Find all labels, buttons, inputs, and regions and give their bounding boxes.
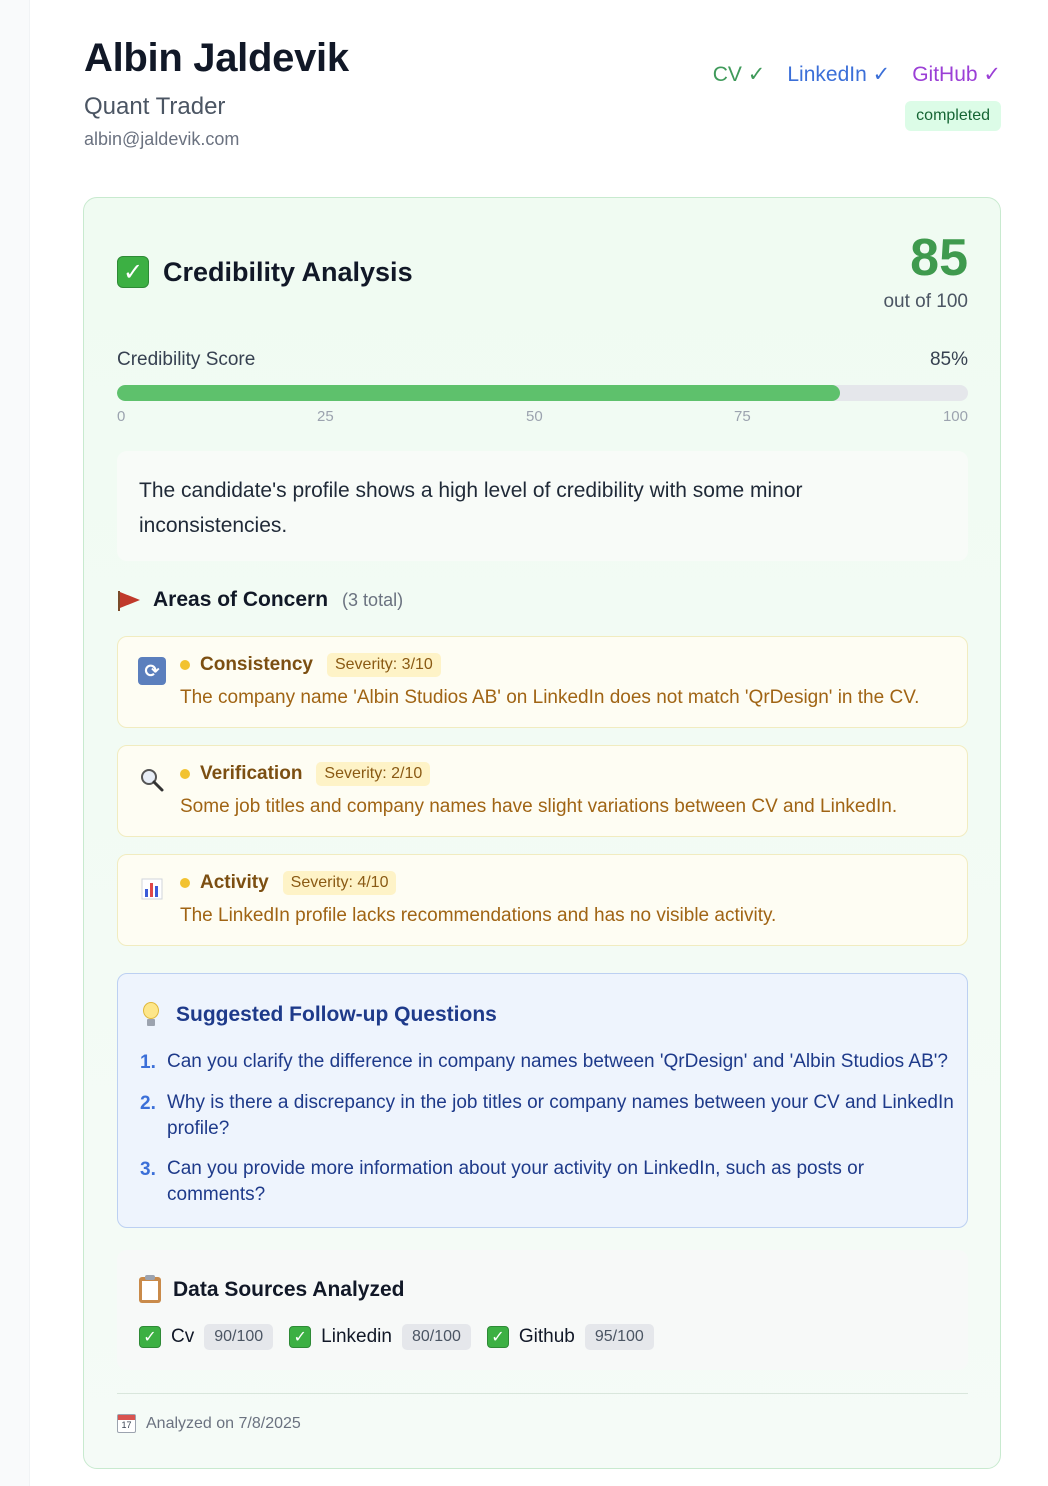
github-link[interactable]: GitHub ✓ <box>912 62 1001 87</box>
source-score: 80/100 <box>401 1324 471 1350</box>
magnifier-icon <box>138 766 166 794</box>
card-title-row: ✓ Credibility Analysis <box>117 256 413 288</box>
candidate-header: Albin Jaldevik Quant Trader albin@jaldev… <box>84 36 1001 166</box>
divider <box>117 1393 968 1394</box>
card-title: Credibility Analysis <box>163 256 413 287</box>
red-flag-icon <box>117 589 141 611</box>
candidate-email: albin@jaldevik.com <box>84 129 240 149</box>
tick-label: 100 <box>942 408 968 425</box>
tick-label: 0 <box>117 408 126 425</box>
candidate-title: Quant Trader <box>84 93 226 120</box>
questions-list: 1. Can you clarify the difference in com… <box>140 1049 955 1222</box>
concerns-count: (3 total) <box>342 589 404 610</box>
severity-dot <box>180 878 190 888</box>
question-text: Why is there a discrepancy in the job ti… <box>167 1092 954 1139</box>
score-progress-bar <box>117 385 968 401</box>
linkedin-link[interactable]: LinkedIn ✓ <box>787 62 890 87</box>
source-name: Cv <box>171 1326 195 1347</box>
question-number: 3. <box>140 1159 156 1180</box>
score-label: Credibility Score <box>117 349 256 370</box>
light-bulb-icon <box>140 1002 162 1028</box>
score-percent: 85% <box>929 349 968 370</box>
source-name: Github <box>518 1326 575 1347</box>
progress-ticks: 0 25 50 75 100 <box>117 408 968 428</box>
source-name: Linkedin <box>321 1326 392 1347</box>
check-mark-icon: ✓ <box>486 1326 509 1348</box>
follow-up-questions: Suggested Follow-up Questions 1. Can you… <box>117 973 968 1228</box>
clipboard-icon <box>139 1275 161 1303</box>
check-mark-icon: ✓ <box>117 256 149 288</box>
source-item-cv: ✓ Cv 90/100 <box>139 1324 274 1350</box>
sources-header: Data Sources Analyzed <box>139 1275 405 1303</box>
calendar-icon: 17 <box>117 1414 136 1433</box>
question-item: 1. Can you clarify the difference in com… <box>140 1049 955 1076</box>
tick-label: 25 <box>317 408 334 425</box>
analysis-summary: The candidate's profile shows a high lev… <box>117 451 968 561</box>
question-text: Can you provide more information about y… <box>167 1158 865 1205</box>
question-item: 3. Can you provide more information abou… <box>140 1156 955 1208</box>
source-score: 90/100 <box>204 1324 274 1350</box>
concern-description: The LinkedIn profile lacks recommendatio… <box>180 905 777 926</box>
severity-badge: Severity: 4/10 <box>282 871 397 895</box>
question-number: 2. <box>140 1093 156 1114</box>
severity-dot <box>180 769 190 779</box>
severity-badge: Severity: 2/10 <box>316 762 431 786</box>
sources-title: Data Sources Analyzed <box>173 1278 405 1301</box>
score-subtitle: out of 100 <box>883 291 968 312</box>
tick-label: 75 <box>734 408 751 425</box>
source-score: 95/100 <box>584 1324 654 1350</box>
concern-item: Verification Severity: 2/10 Some job tit… <box>117 745 968 837</box>
concern-description: Some job titles and company names have s… <box>180 796 898 817</box>
credibility-card: ✓ Credibility Analysis 85 out of 100 Cre… <box>83 197 1001 1469</box>
concerns-header: Areas of Concern (3 total) <box>117 588 403 612</box>
concern-name: Verification <box>200 763 303 784</box>
questions-header: Suggested Follow-up Questions <box>140 1002 497 1028</box>
questions-title: Suggested Follow-up Questions <box>176 1003 497 1026</box>
cv-link[interactable]: CV ✓ <box>713 62 766 87</box>
sources-row: ✓ Cv 90/100 ✓ Linkedin 80/100 ✓ Github 9… <box>139 1324 660 1350</box>
check-mark-icon: ✓ <box>289 1326 312 1348</box>
left-sidebar-strip <box>0 0 30 1486</box>
concern-description: The company name 'Albin Studios AB' on L… <box>180 687 920 708</box>
concern-name: Activity <box>200 872 269 893</box>
cycle-icon: ⟳ <box>138 657 166 685</box>
check-mark-icon: ✓ <box>139 1326 161 1348</box>
question-text: Can you clarify the difference in compan… <box>167 1051 948 1072</box>
source-item-linkedin: ✓ Linkedin 80/100 <box>289 1324 471 1350</box>
tick-label: 50 <box>526 408 543 425</box>
concern-item: ⟳ Consistency Severity: 3/10 The company… <box>117 636 968 728</box>
data-sources: Data Sources Analyzed ✓ Cv 90/100 ✓ Link… <box>117 1250 968 1370</box>
question-number: 1. <box>140 1052 156 1073</box>
severity-dot <box>180 660 190 670</box>
score-value: 85 <box>910 229 968 287</box>
question-item: 2. Why is there a discrepancy in the job… <box>140 1090 955 1142</box>
concern-item: Activity Severity: 4/10 The LinkedIn pro… <box>117 854 968 946</box>
analyzed-date: Analyzed on 7/8/2025 <box>146 1414 301 1432</box>
severity-badge: Severity: 3/10 <box>326 653 441 677</box>
concerns-title: Areas of Concern <box>153 588 329 611</box>
status-badge: completed <box>905 101 1001 131</box>
concern-name: Consistency <box>200 654 313 675</box>
source-item-github: ✓ Github 95/100 <box>486 1324 654 1350</box>
source-links: CV ✓ LinkedIn ✓ GitHub ✓ <box>713 62 1001 87</box>
score-progress-fill <box>117 385 841 401</box>
bar-chart-icon <box>138 875 166 903</box>
analysis-footer: 17 Analyzed on 7/8/2025 <box>117 1414 301 1433</box>
